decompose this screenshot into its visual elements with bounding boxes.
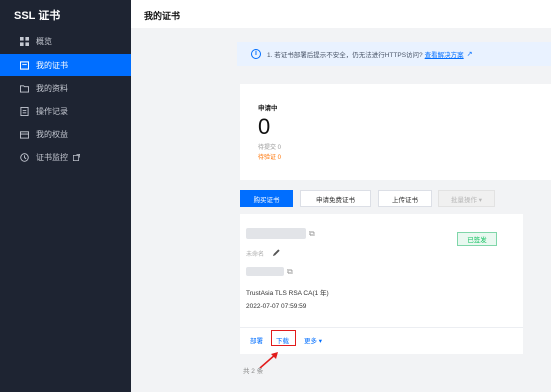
highlight-box — [271, 330, 296, 346]
stat-label: 申请中 — [258, 105, 278, 112]
sidebar-item-label: 我的证书 — [36, 60, 68, 70]
notice-banner: i 1. 若证书部署后提示不安全，仍无法进行HTTPS访问? 查看解决方案 ↗ — [237, 42, 551, 66]
apply-free-cert-button[interactable]: 申请免费证书 — [300, 190, 371, 207]
sidebar-item-my-benefits[interactable]: 我的权益 — [0, 123, 131, 145]
main-content: 我的证书 i 1. 若证书部署后提示不安全，仍无法进行HTTPS访问? 查看解决… — [131, 0, 551, 392]
grid-icon — [20, 36, 29, 46]
edit-icon[interactable] — [272, 248, 281, 257]
view-solution-link[interactable]: 查看解决方案 — [425, 49, 464, 59]
page-title: 我的证书 — [144, 11, 181, 21]
notice-text: 1. 若证书部署后提示不安全，仍无法进行HTTPS访问? — [267, 52, 423, 59]
sidebar-item-my-profile[interactable]: 我的资料 — [0, 77, 131, 99]
folder-icon — [20, 84, 29, 93]
upload-cert-button[interactable]: 上传证书 — [378, 190, 432, 207]
external-link-icon: ↗ — [466, 51, 473, 58]
more-actions-dropdown[interactable]: 更多 ▾ — [304, 335, 322, 345]
sidebar-item-label: 我的资料 — [36, 83, 68, 93]
copy-icon[interactable]: ⧉ — [309, 229, 315, 239]
copy-icon[interactable]: ⧉ — [287, 267, 293, 277]
sidebar-item-overview[interactable]: 概览 — [0, 30, 131, 52]
benefit-icon — [20, 130, 29, 139]
batch-actions-dropdown[interactable]: 批量操作 ▾ — [438, 190, 495, 207]
info-icon: i — [251, 49, 261, 59]
total-count: 共 2 条 — [243, 368, 264, 375]
record-icon — [20, 106, 29, 116]
redacted-domain — [246, 228, 306, 239]
sidebar: SSL 证书 概览 我的证书 我的资料 操作记录 我的权益 证书监控 — [0, 0, 131, 392]
sidebar-item-label: 证书监控 — [36, 152, 68, 162]
redacted-id — [246, 267, 284, 276]
sidebar-item-cert-monitor[interactable]: 证书监控 — [0, 146, 131, 168]
monitor-icon — [20, 152, 29, 162]
buy-cert-button[interactable]: 购买证书 — [240, 190, 293, 207]
sidebar-item-operation-log[interactable]: 操作记录 — [0, 100, 131, 122]
sidebar-item-label: 操作记录 — [36, 106, 68, 116]
deploy-button[interactable]: 部署 — [250, 335, 263, 345]
pending-verify-count[interactable]: 待验证 0 — [258, 152, 281, 161]
sidebar-item-label: 概览 — [36, 36, 52, 46]
certificate-card: ⧉ 已签发 未命名 ⧉ TrustAsia TLS RSA CA(1 年) 20… — [240, 214, 523, 354]
divider — [240, 327, 523, 328]
external-link-icon — [73, 153, 80, 161]
stat-value: 0 — [258, 114, 271, 139]
status-badge: 已签发 — [457, 232, 497, 246]
pending-submit-count[interactable]: 待提交 0 — [258, 142, 281, 151]
certificate-icon — [20, 60, 29, 70]
sidebar-item-label: 我的权益 — [36, 129, 68, 139]
top-header: 我的证书 — [131, 0, 551, 28]
pending-stats-card: 申请中 0 待提交 0 待验证 0 — [240, 84, 551, 180]
sidebar-item-my-certificates[interactable]: 我的证书 — [0, 54, 131, 76]
cert-type: TrustAsia TLS RSA CA(1 年) — [246, 290, 329, 297]
cert-remark: 未命名 — [246, 252, 265, 258]
cert-expiry-date: 2022-07-07 07:59:59 — [246, 303, 307, 310]
